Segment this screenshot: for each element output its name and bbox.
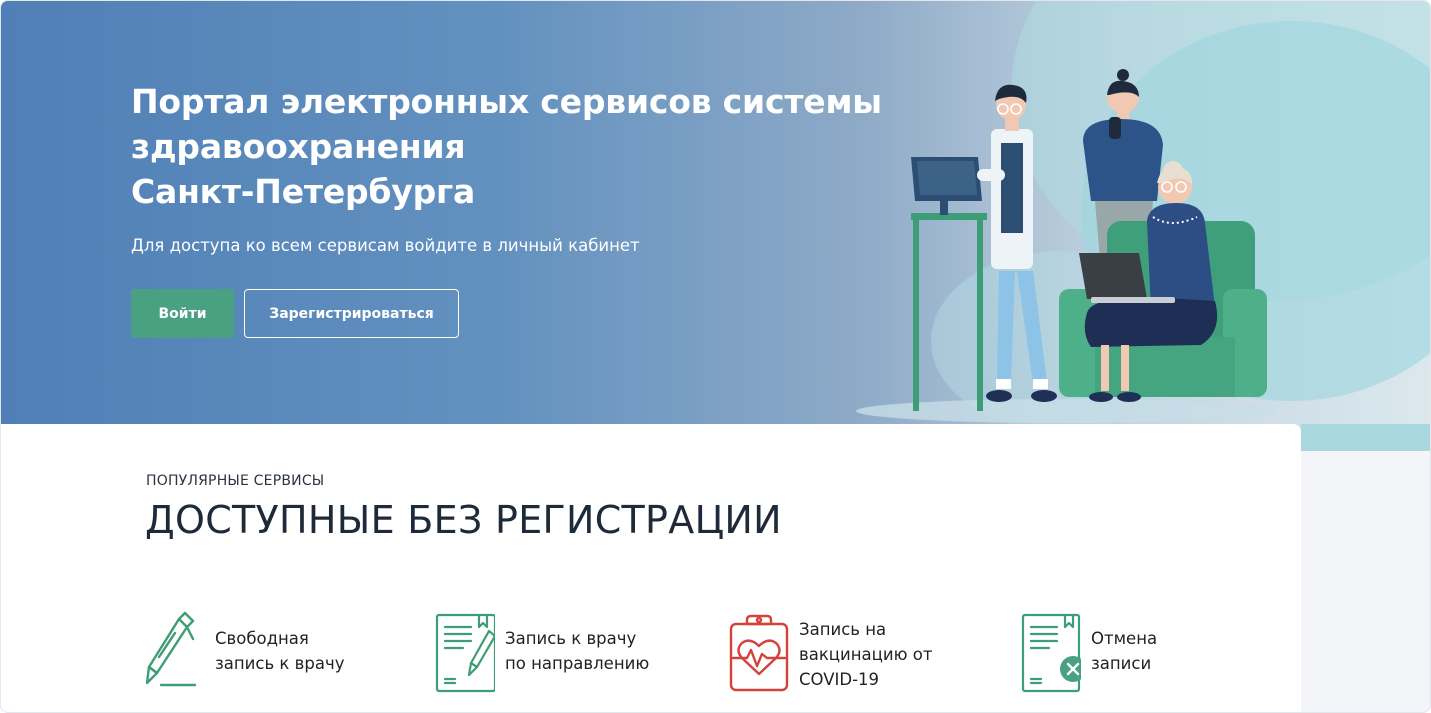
service-label-line: Запись на: [799, 619, 887, 639]
login-button[interactable]: Войти: [131, 289, 234, 338]
service-label-line: вакцинацию от: [799, 644, 933, 664]
service-label: Запись к врачу по направлению: [505, 626, 649, 676]
page-title-line: Портал электронных сервисов системы: [131, 82, 882, 121]
document-pen-icon: [435, 613, 495, 693]
hero-decor-band: [1301, 424, 1430, 451]
section-eyebrow: ПОПУЛЯРНЫЕ СЕРВИСЫ: [146, 473, 325, 489]
service-covid-vaccination[interactable]: Запись на вакцинацию от COVID-19: [725, 612, 932, 696]
hero-subtitle: Для доступа ко всем сервисам войдите в л…: [131, 236, 640, 255]
page-title-line: здравоохранения: [131, 127, 466, 166]
section-title: ДОСТУПНЫЕ БЕЗ РЕГИСТРАЦИИ: [145, 498, 782, 542]
page-frame: Портал электронных сервисов системы здра…: [0, 0, 1431, 713]
service-free-appointment[interactable]: Свободная запись к врачу: [141, 609, 344, 693]
service-label-line: Запись к врачу: [505, 629, 637, 648]
page-title: Портал электронных сервисов системы здра…: [131, 79, 891, 214]
medical-staff-illustration: [856, 69, 1276, 423]
register-button[interactable]: Зарегистрироваться: [244, 289, 459, 338]
service-label-line: по направлению: [505, 654, 650, 673]
popular-services-panel: ПОПУЛЯРНЫЕ СЕРВИСЫ ДОСТУПНЫЕ БЕЗ РЕГИСТР…: [1, 424, 1301, 712]
service-label: Свободная запись к врачу: [215, 626, 344, 676]
service-referral-appointment[interactable]: Запись к врачу по направлению: [431, 609, 649, 693]
heartbeat-clipboard-icon: [729, 614, 789, 692]
document-cancel-icon: [1021, 613, 1081, 693]
service-label: Запись на вакцинацию от COVID-19: [799, 617, 932, 692]
service-label-line: Отмена: [1091, 629, 1158, 648]
pen-icon: [145, 611, 197, 687]
service-label-line: COVID-19: [799, 669, 880, 689]
service-cancel-appointment[interactable]: Отмена записи: [1017, 609, 1157, 693]
service-label-line: записи: [1091, 654, 1152, 673]
page-title-line: Санкт-Петербурга: [131, 172, 476, 211]
hero-banner: Портал электронных сервисов системы здра…: [1, 1, 1430, 451]
service-label: Отмена записи: [1091, 626, 1157, 676]
service-label-line: Свободная: [215, 629, 309, 648]
service-label-line: запись к врачу: [215, 654, 345, 673]
